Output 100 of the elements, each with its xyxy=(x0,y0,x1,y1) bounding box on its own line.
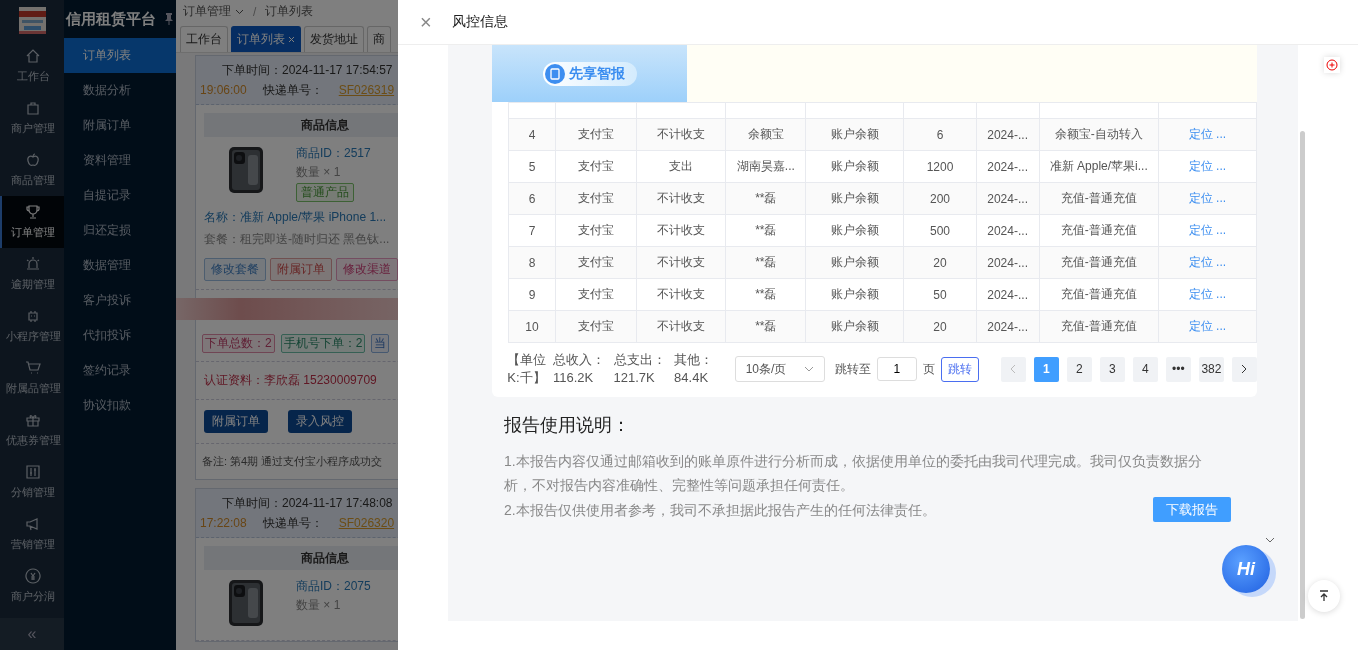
table-cell: 充值-普通充值 xyxy=(1039,182,1159,215)
back-to-top-button[interactable] xyxy=(1308,580,1340,612)
action-button[interactable]: 修改渠道 xyxy=(336,258,398,281)
tab[interactable]: 发货地址 xyxy=(304,26,364,52)
nav-item[interactable]: 订单管理 xyxy=(0,196,64,248)
drawer-title: 风控信息 xyxy=(451,13,508,31)
chevron-left-icon xyxy=(1010,364,1017,374)
fruit-icon xyxy=(25,152,41,168)
stat-tag: 下单总数：2 xyxy=(202,334,275,353)
arrow-up-to-line-icon xyxy=(1319,590,1329,602)
robot-icon xyxy=(25,308,41,324)
table-cell: 账户余额 xyxy=(805,150,904,183)
scrollbar-thumb[interactable] xyxy=(1300,131,1305,619)
express-label: 快递单号： xyxy=(262,82,323,99)
nav-item[interactable]: 小程序管理 xyxy=(0,300,64,352)
page-button[interactable]: 382 xyxy=(1198,356,1224,382)
submenu-item[interactable]: 订单列表 xyxy=(64,38,176,73)
order-button[interactable]: 附属订单 xyxy=(204,410,268,433)
page-button[interactable]: 1 xyxy=(1033,356,1059,382)
nav-item[interactable]: 商品管理 xyxy=(0,144,64,196)
collapse-button[interactable]: « xyxy=(0,618,64,650)
submenu-item[interactable]: 归还定损 xyxy=(64,213,176,248)
close-icon[interactable] xyxy=(288,36,295,43)
table-cell: 不计收支 xyxy=(636,310,726,343)
locate-link[interactable]: 定位 ... xyxy=(1188,319,1227,333)
table-cell: 余额宝-自动转入 xyxy=(1039,118,1159,151)
submenu-item[interactable]: 代扣投诉 xyxy=(64,318,176,353)
table-cell: 湖南昊嘉... xyxy=(725,150,806,183)
yen-icon xyxy=(25,568,41,584)
add-button[interactable] xyxy=(1324,57,1340,73)
cart-icon xyxy=(25,360,41,376)
table-cell: 支付宝 xyxy=(555,214,637,247)
nav-item[interactable]: 优惠券管理 xyxy=(0,404,64,456)
table-cell: 账户余额 xyxy=(805,278,904,311)
submenu-item[interactable]: 数据管理 xyxy=(64,248,176,283)
total-value: 121.7K xyxy=(613,369,656,387)
table-cell: 支付宝 xyxy=(555,182,637,215)
locate-link[interactable]: 定位 ... xyxy=(1188,127,1227,141)
breadcrumb-separator: / xyxy=(253,4,257,19)
breadcrumb-link[interactable]: 订单管理 xyxy=(183,3,231,20)
download-button[interactable]: 下载报告 xyxy=(1153,497,1231,522)
action-button[interactable]: 修改套餐 xyxy=(204,258,266,281)
close-button[interactable]: × xyxy=(416,10,436,34)
table-cell: 账户余额 xyxy=(805,246,904,279)
submenu-item[interactable]: 自提记录 xyxy=(64,178,176,213)
order-button[interactable]: 录入风控 xyxy=(288,410,352,433)
table-cell: 500 xyxy=(904,214,977,247)
jump-label: 跳转至 xyxy=(834,360,871,378)
page-button[interactable]: ••• xyxy=(1165,356,1191,382)
nav-item[interactable]: 逾期管理 xyxy=(0,248,64,300)
page-button[interactable]: 3 xyxy=(1099,356,1125,382)
stat-tag: 当 xyxy=(371,334,390,353)
pin-icon[interactable] xyxy=(164,13,174,25)
table-cell: 7 xyxy=(508,214,556,247)
table-cell: 4 xyxy=(508,118,556,151)
jump-button[interactable]: 跳转 xyxy=(940,356,979,382)
locate-link[interactable]: 定位 ... xyxy=(1188,159,1227,173)
brand-logo: 先享智报 xyxy=(542,61,637,86)
submenu-item[interactable]: 资料管理 xyxy=(64,143,176,178)
product-tag: 普通产品 xyxy=(296,183,354,202)
section-header: 商品信息 xyxy=(204,546,398,570)
nav-item[interactable]: 营销管理 xyxy=(0,508,64,560)
nav-item[interactable]: 商户分润 xyxy=(0,560,64,612)
locate-link[interactable]: 定位 ... xyxy=(1188,191,1227,205)
table-cell: 不计收支 xyxy=(636,118,726,151)
nav-item[interactable]: 商户管理 xyxy=(0,92,64,144)
submenu-item[interactable]: 签约记录 xyxy=(64,353,176,388)
chevron-down-icon[interactable] xyxy=(1265,537,1275,543)
express-label: 快递单号： xyxy=(262,515,323,532)
submenu-item[interactable]: 客户投诉 xyxy=(64,283,176,318)
total-label: 总收入： xyxy=(552,351,606,369)
express-link[interactable]: SF026319 xyxy=(338,80,395,100)
tab[interactable]: 订单列表 xyxy=(231,26,301,52)
unit-label: 【单位K:千】 xyxy=(506,351,547,387)
submenu-item[interactable]: 协议扣款 xyxy=(64,388,176,423)
locate-link[interactable]: 定位 ... xyxy=(1188,223,1227,237)
table-cell: 50 xyxy=(904,278,977,311)
tab[interactable]: 商 xyxy=(367,26,391,52)
table-cell: 6 xyxy=(508,182,556,215)
page-size-select[interactable]: 10条/页 xyxy=(734,356,825,382)
submenu-item[interactable]: 数据分析 xyxy=(64,73,176,108)
page-input[interactable]: 1 xyxy=(876,357,917,381)
locate-link[interactable]: 定位 ... xyxy=(1188,255,1227,269)
express-link[interactable]: SF026320 xyxy=(338,513,395,533)
page-button[interactable]: 4 xyxy=(1132,356,1158,382)
submenu-item[interactable]: 附属订单 xyxy=(64,108,176,143)
nav-item[interactable]: 工作台 xyxy=(0,40,64,92)
trophy-icon xyxy=(25,204,41,220)
table-cell: 9 xyxy=(508,278,556,311)
nav-item[interactable]: 附属品管理 xyxy=(0,352,64,404)
action-button[interactable]: 附属订单 xyxy=(270,258,332,281)
page-button[interactable]: 2 xyxy=(1066,356,1092,382)
product-id: 商品ID：2075 xyxy=(296,578,371,595)
locate-link[interactable]: 定位 ... xyxy=(1188,287,1227,301)
chevron-down-icon xyxy=(803,366,814,372)
table-cell: 支付宝 xyxy=(555,118,637,151)
nav-item[interactable]: 分销管理 xyxy=(0,456,64,508)
tab[interactable]: 工作台 xyxy=(180,26,228,52)
page-unit: 页 xyxy=(922,360,935,378)
alarm-light-icon xyxy=(25,256,41,272)
